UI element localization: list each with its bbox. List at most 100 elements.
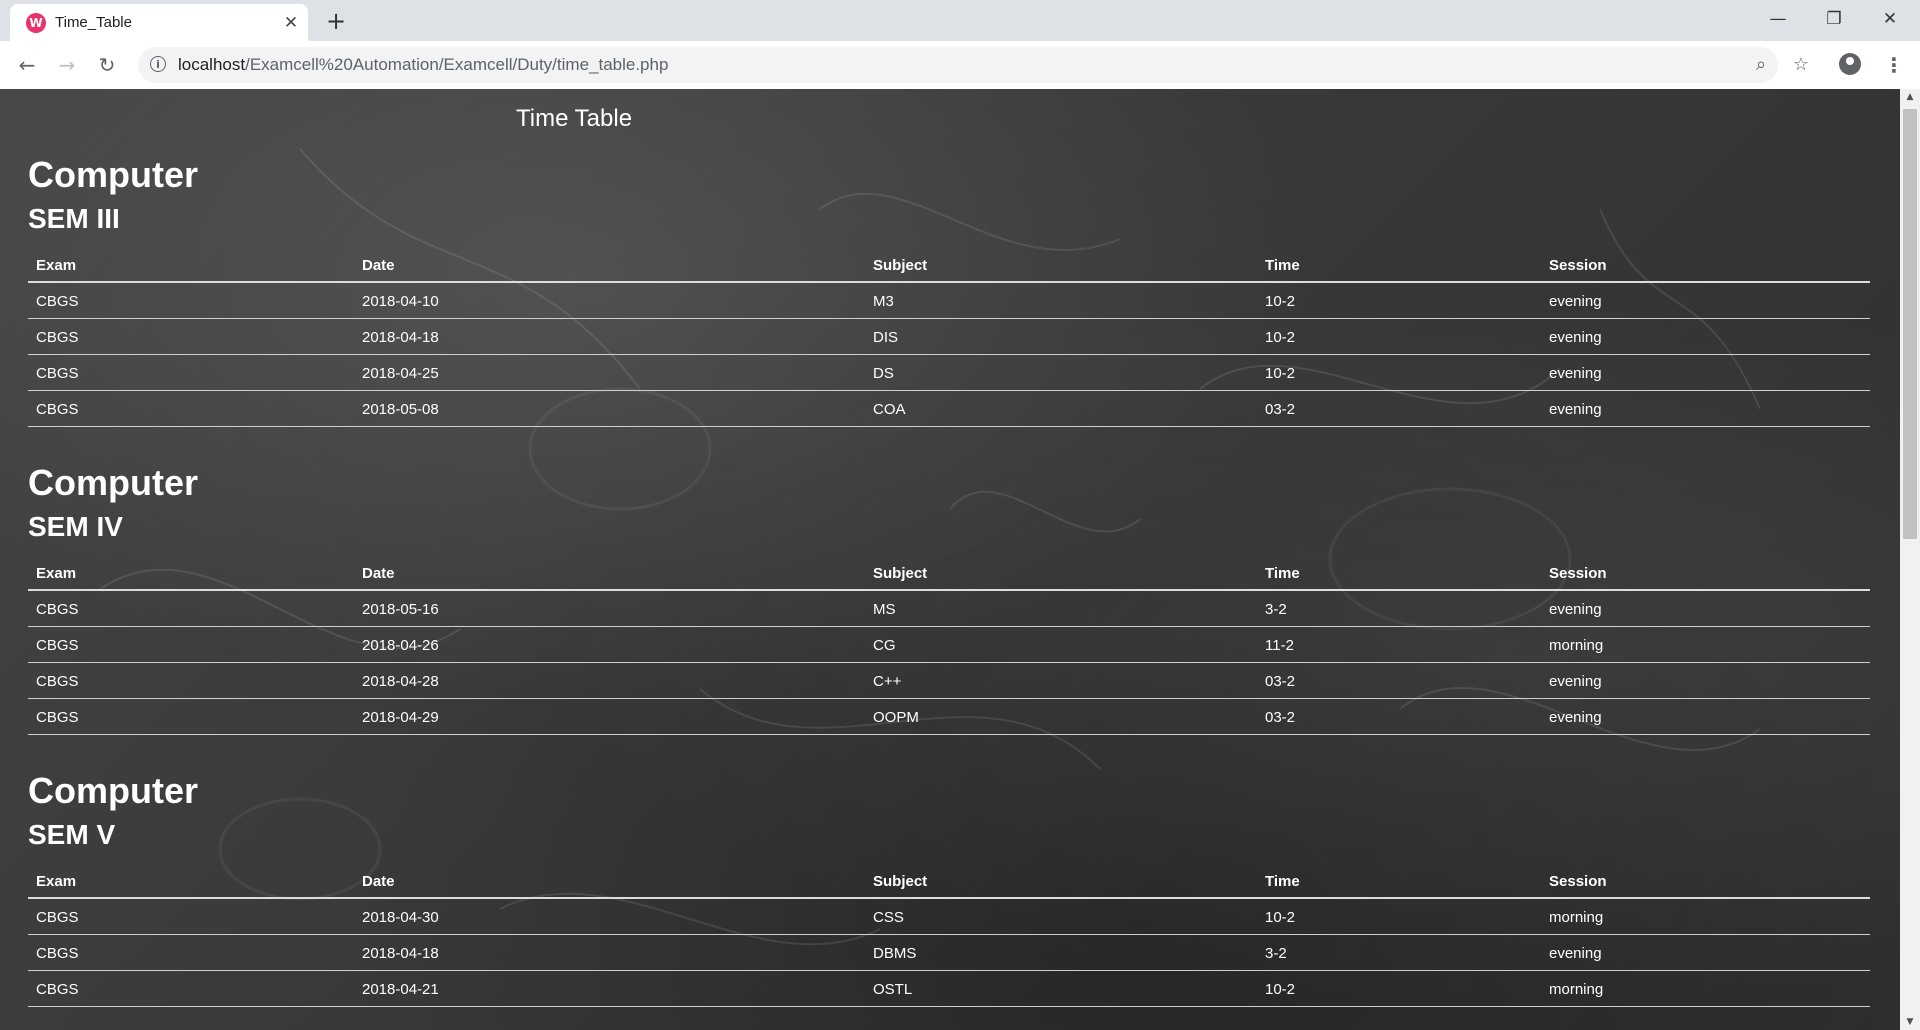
- header-date: Date: [354, 247, 865, 283]
- cell-subject: DIS: [865, 318, 1257, 355]
- cell-exam: CBGS: [28, 662, 354, 699]
- cell-session: morning: [1541, 898, 1870, 935]
- site-info-icon[interactable]: i: [150, 56, 166, 72]
- cell-subject: COA: [865, 390, 1257, 427]
- header-time: Time: [1257, 863, 1541, 899]
- table-header-row: Exam Date Subject Time Session: [28, 863, 1870, 899]
- zoom-icon[interactable]: ⌕: [1748, 52, 1774, 78]
- table-header-row: Exam Date Subject Time Session: [28, 555, 1870, 591]
- cell-time: 10-2: [1257, 318, 1541, 355]
- cell-exam: CBGS: [28, 626, 354, 663]
- section-sem-v: Computer SEM V Exam Date Subject Time Se…: [28, 771, 1870, 1007]
- cell-session: evening: [1541, 698, 1870, 735]
- header-subject: Subject: [865, 863, 1257, 899]
- cell-session: morning: [1541, 626, 1870, 663]
- scroll-down-arrow-icon[interactable]: ▼: [1900, 1014, 1920, 1030]
- cell-date: 2018-04-10: [354, 282, 865, 319]
- table-row: CBGS 2018-04-28 C++ 03-2 evening: [28, 662, 1870, 699]
- cell-exam: CBGS: [28, 934, 354, 971]
- favicon-icon: W: [26, 13, 46, 33]
- timetable: Exam Date Subject Time Session CBGS 2018…: [28, 555, 1870, 735]
- cell-exam: CBGS: [28, 698, 354, 735]
- cell-date: 2018-04-18: [354, 934, 865, 971]
- scrollbar-thumb[interactable]: [1903, 109, 1917, 539]
- cell-time: 10-2: [1257, 354, 1541, 391]
- tab-strip: W Time_Table ✕ + — ❐ ✕: [0, 0, 1920, 41]
- header-time: Time: [1257, 555, 1541, 591]
- restore-icon[interactable]: ❐: [1806, 0, 1862, 40]
- table-row: CBGS 2018-04-18 DIS 10-2 evening: [28, 318, 1870, 355]
- bookmark-star-icon[interactable]: ☆: [1788, 52, 1814, 78]
- cell-date: 2018-04-25: [354, 354, 865, 391]
- cell-session: evening: [1541, 318, 1870, 355]
- header-exam: Exam: [28, 863, 354, 899]
- header-date: Date: [354, 863, 865, 899]
- department-heading: Computer: [28, 154, 198, 195]
- header-session: Session: [1541, 247, 1870, 283]
- cell-time: 3-2: [1257, 934, 1541, 971]
- cell-date: 2018-04-26: [354, 626, 865, 663]
- url-path: /Examcell%20Automation/Examcell/Duty/tim…: [245, 55, 669, 74]
- cell-subject: M3: [865, 282, 1257, 319]
- cell-subject: OOPM: [865, 698, 1257, 735]
- cell-exam: CBGS: [28, 318, 354, 355]
- table-row: CBGS 2018-04-21 OSTL 10-2 morning: [28, 970, 1870, 1007]
- reload-icon[interactable]: ↻: [93, 51, 121, 79]
- cell-time: 10-2: [1257, 970, 1541, 1007]
- cell-exam: CBGS: [28, 898, 354, 935]
- cell-session: evening: [1541, 934, 1870, 971]
- cell-session: evening: [1541, 390, 1870, 427]
- section-sem-iii: Computer SEM III Exam Date Subject Time …: [28, 155, 1870, 427]
- header-date: Date: [354, 555, 865, 591]
- cell-date: 2018-04-18: [354, 318, 865, 355]
- timetable-content: Computer SEM III Exam Date Subject Time …: [28, 155, 1870, 1030]
- table-row: CBGS 2018-04-25 DS 10-2 evening: [28, 354, 1870, 391]
- cell-date: 2018-04-28: [354, 662, 865, 699]
- cell-time: 10-2: [1257, 898, 1541, 935]
- back-arrow-icon[interactable]: ←: [13, 51, 41, 79]
- tab-close-icon[interactable]: ✕: [280, 12, 302, 34]
- minimize-icon[interactable]: —: [1750, 0, 1806, 40]
- table-row: CBGS 2018-05-08 COA 03-2 evening: [28, 390, 1870, 427]
- cell-session: evening: [1541, 354, 1870, 391]
- cell-exam: CBGS: [28, 354, 354, 391]
- table-row: CBGS 2018-04-30 CSS 10-2 morning: [28, 898, 1870, 935]
- browser-window: W Time_Table ✕ + — ❐ ✕ ← → ↻ i localhost…: [0, 0, 1920, 1030]
- cell-time: 03-2: [1257, 698, 1541, 735]
- cell-exam: CBGS: [28, 390, 354, 427]
- cell-subject: DBMS: [865, 934, 1257, 971]
- tab-time-table[interactable]: W Time_Table ✕: [10, 4, 308, 41]
- cell-time: 3-2: [1257, 590, 1541, 627]
- cell-subject: MS: [865, 590, 1257, 627]
- header-subject: Subject: [865, 555, 1257, 591]
- header-time: Time: [1257, 247, 1541, 283]
- vertical-scrollbar[interactable]: ▲ ▼: [1900, 89, 1920, 1030]
- timetable: Exam Date Subject Time Session CBGS 2018…: [28, 247, 1870, 427]
- header-session: Session: [1541, 555, 1870, 591]
- header-subject: Subject: [865, 247, 1257, 283]
- url-text[interactable]: localhost/Examcell%20Automation/Examcell…: [178, 55, 668, 75]
- cell-time: 11-2: [1257, 626, 1541, 663]
- header-session: Session: [1541, 863, 1870, 899]
- close-window-icon[interactable]: ✕: [1862, 0, 1918, 40]
- cell-subject: CSS: [865, 898, 1257, 935]
- cell-time: 03-2: [1257, 390, 1541, 427]
- table-row: CBGS 2018-04-10 M3 10-2 evening: [28, 282, 1870, 319]
- table-header-row: Exam Date Subject Time Session: [28, 247, 1870, 283]
- tab-title: Time_Table: [55, 14, 132, 31]
- new-tab-icon[interactable]: +: [322, 8, 350, 36]
- table-row: CBGS 2018-04-18 DBMS 3-2 evening: [28, 934, 1870, 971]
- scroll-up-arrow-icon[interactable]: ▲: [1900, 89, 1920, 105]
- cell-subject: DS: [865, 354, 1257, 391]
- url-host: localhost: [178, 55, 246, 74]
- kebab-menu-icon[interactable]: ⋮: [1884, 51, 1904, 79]
- profile-avatar-icon[interactable]: [1839, 53, 1861, 75]
- department-heading: Computer: [28, 462, 198, 503]
- address-bar[interactable]: i localhost/Examcell%20Automation/Examce…: [138, 47, 1809, 83]
- cell-date: 2018-05-08: [354, 390, 865, 427]
- forward-arrow-icon[interactable]: →: [53, 51, 81, 79]
- table-row: CBGS 2018-04-29 OOPM 03-2 evening: [28, 698, 1870, 735]
- semester-heading: SEM III: [28, 203, 120, 234]
- table-row: CBGS 2018-04-26 CG 11-2 morning: [28, 626, 1870, 663]
- cell-session: evening: [1541, 590, 1870, 627]
